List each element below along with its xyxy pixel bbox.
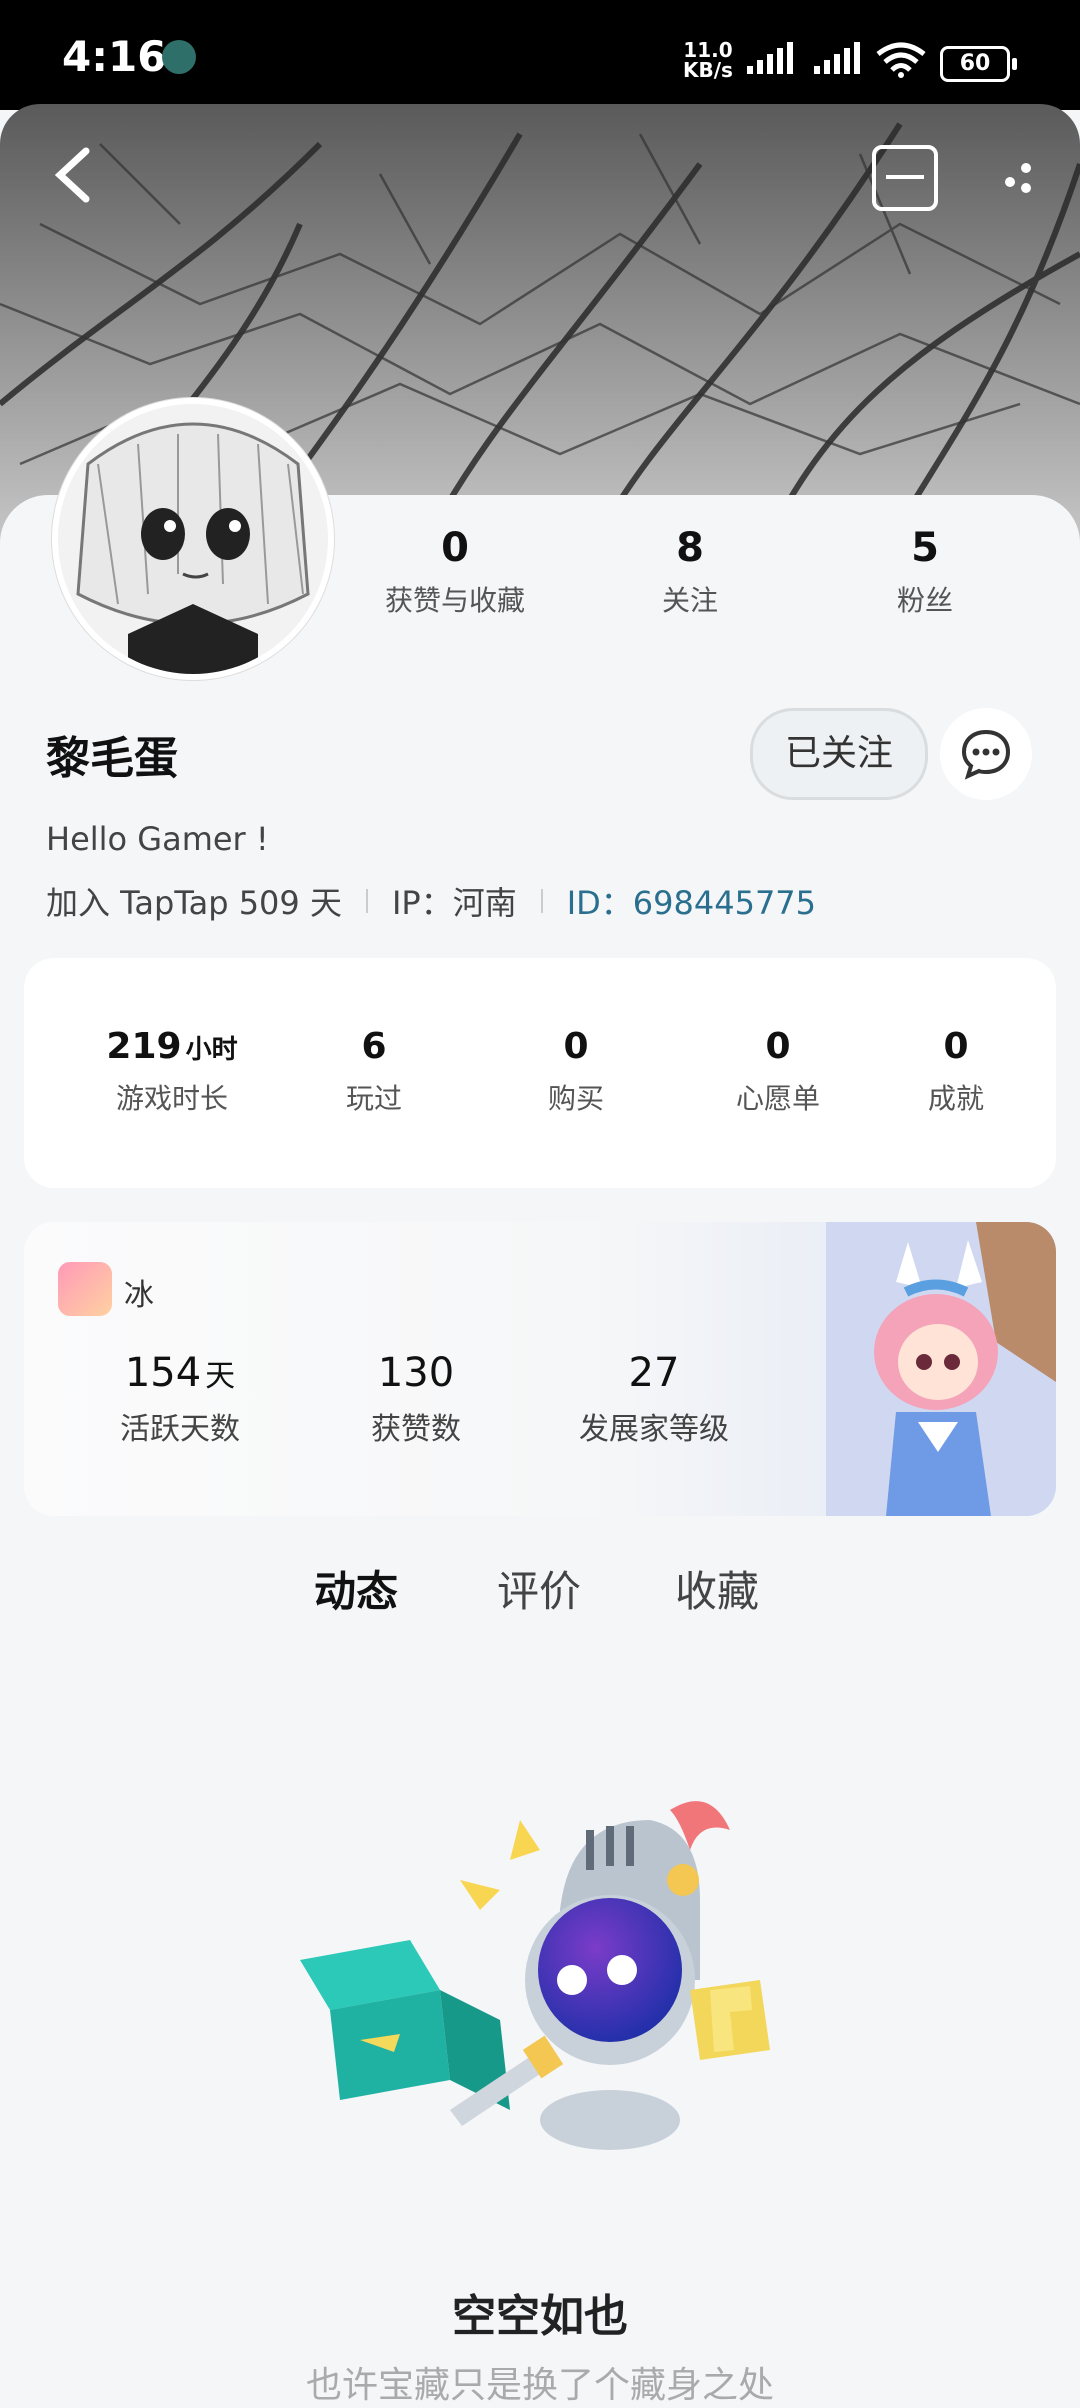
stat-wishlist: 0 心愿单	[678, 1026, 878, 1117]
following-button[interactable]: 已关注	[750, 708, 928, 800]
stat-value: 6	[361, 1026, 387, 1067]
empty-state-title: 空空如也	[452, 2291, 628, 2342]
network-speed-unit: KB/s	[683, 58, 733, 82]
scan-button[interactable]	[872, 145, 938, 211]
chevron-left-icon	[54, 147, 90, 203]
stat-following[interactable]: 8 关注	[575, 525, 805, 619]
stat-label: 购买	[547, 1082, 604, 1115]
status-bar: 4:16 11.0 KB/s 60	[0, 0, 1080, 110]
chat-bubble-icon	[961, 729, 1011, 780]
game-character-illustration	[826, 1222, 1056, 1516]
stat-label: 发展家等级	[579, 1412, 729, 1447]
stat-label: 游戏时长	[115, 1082, 228, 1115]
stat-label: 获赞与收藏	[384, 584, 525, 617]
battery-indicator: 60	[940, 46, 1017, 82]
stat-value: 5	[911, 525, 939, 571]
tab-reviews[interactable]: 评价	[497, 1558, 581, 1619]
game-icon	[58, 1262, 112, 1316]
more-options-button[interactable]	[1000, 150, 1040, 210]
stat-likes-collections[interactable]: 0 获赞与收藏	[340, 525, 570, 619]
profile-stats: 0 获赞与收藏 8 关注 5 粉丝	[340, 525, 1040, 619]
game-name: 冰	[124, 1278, 154, 1313]
stat-value: 0	[765, 1026, 791, 1067]
stat-played: 6 玩过	[274, 1026, 474, 1117]
game-stats-card[interactable]: 219 小时 游戏时长 6 玩过 0 购买 0 心愿单 0 成就	[24, 958, 1056, 1188]
stat-achievements: 0 成就	[856, 1026, 1056, 1117]
join-duration: 加入 TapTap 509 天	[46, 884, 342, 922]
stat-developer-level: 27 发展家等级	[534, 1350, 774, 1448]
stat-followers[interactable]: 5 粉丝	[810, 525, 1040, 619]
back-button[interactable]	[50, 145, 98, 215]
profile-tabs: 动态 评价 收藏	[0, 1558, 1080, 1638]
stat-value: 130	[377, 1350, 455, 1396]
divider	[540, 889, 543, 913]
tab-posts[interactable]: 动态	[314, 1558, 399, 1625]
network-speed: 11.0 KB/s	[683, 40, 733, 80]
wifi-icon	[876, 42, 926, 78]
tab-collections[interactable]: 收藏	[675, 1558, 759, 1619]
stat-value: 8	[676, 525, 704, 571]
ip-location: IP：河南	[391, 884, 517, 922]
stat-label: 关注	[661, 584, 718, 617]
more-icon	[1005, 163, 1031, 193]
message-button[interactable]	[940, 708, 1032, 800]
avatar[interactable]	[52, 398, 334, 680]
notification-app-icon	[162, 40, 196, 74]
empty-state-illustration	[300, 1801, 770, 2150]
stat-value: 0	[943, 1026, 969, 1067]
stat-play-time: 219 小时 游戏时长	[72, 1026, 272, 1117]
stat-active-days: 154 天 活跃天数	[60, 1350, 300, 1448]
stat-value: 0	[563, 1026, 589, 1067]
signal-icon	[747, 42, 793, 74]
user-bio: Hello Gamer !	[46, 820, 269, 858]
stat-label: 心愿单	[735, 1082, 820, 1115]
user-meta: 加入 TapTap 509 天 IP：河南 ID：698445775	[46, 878, 816, 924]
stat-label: 粉丝	[896, 584, 953, 617]
stat-purchased: 0 购买	[476, 1026, 676, 1117]
status-time: 4:16	[62, 32, 167, 81]
stat-value: 219 小时	[106, 1026, 238, 1067]
network-speed-value: 11.0	[683, 38, 733, 62]
stat-value: 27	[628, 1350, 680, 1396]
stat-label: 玩过	[345, 1082, 402, 1115]
avatar-image	[58, 404, 328, 674]
stat-value: 0	[441, 525, 469, 571]
stat-label: 活跃天数	[120, 1412, 240, 1447]
user-id[interactable]: ID：698445775	[567, 878, 816, 924]
stat-likes-count: 130 获赞数	[296, 1350, 536, 1448]
signal-icon-2	[814, 42, 860, 74]
divider	[365, 889, 368, 913]
developer-card[interactable]: 冰 154 天 活跃天数 130 获赞数 27 发展家等级	[24, 1222, 1056, 1516]
user-name: 黎毛蛋	[46, 733, 178, 784]
stat-label: 成就	[927, 1082, 984, 1115]
empty-state-subtitle: 也许宝藏只是换了个藏身之处	[305, 2365, 774, 2406]
stat-label: 获赞数	[371, 1412, 461, 1447]
stat-value: 154 天	[124, 1350, 236, 1396]
